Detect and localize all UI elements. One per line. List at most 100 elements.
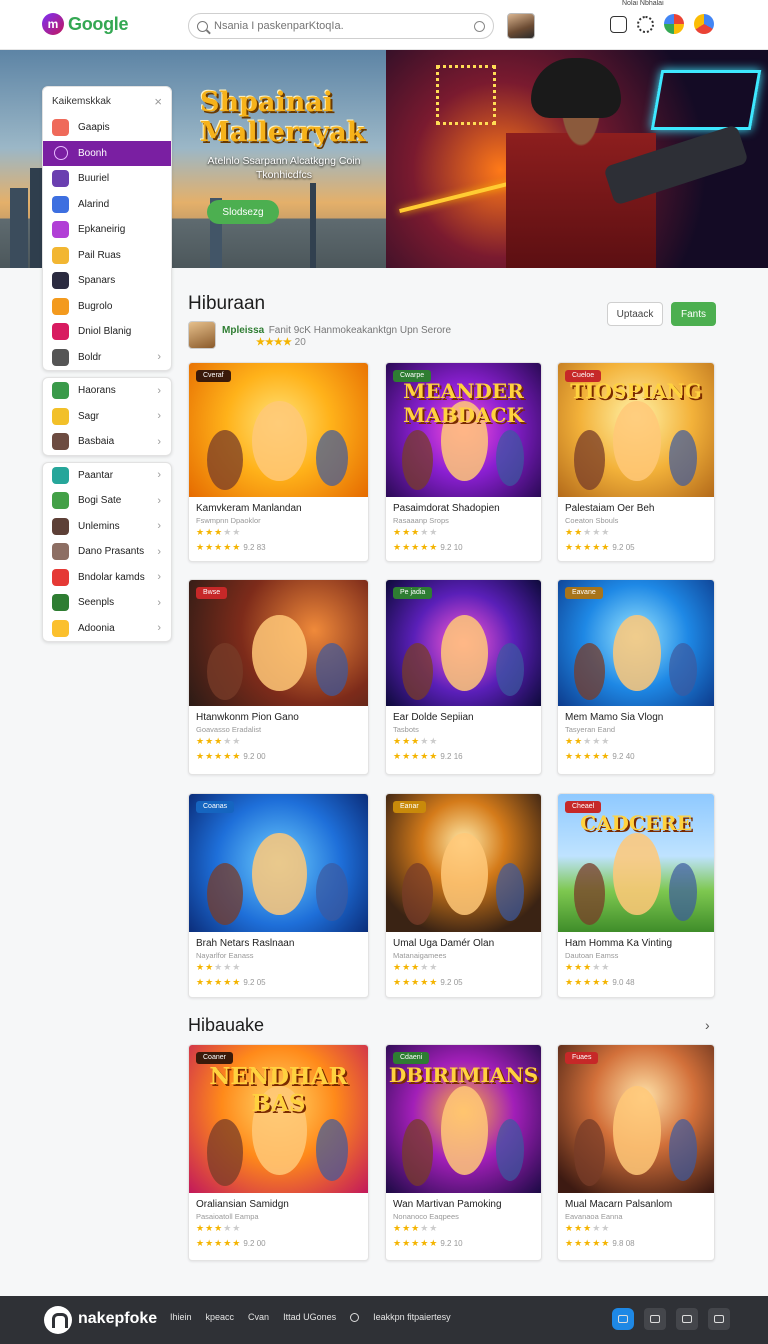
rating-value: 9.2 05 [612,543,635,552]
chevron-right-icon: › [157,351,161,364]
sidebar-item[interactable]: Gaapis [43,115,171,141]
sidebar-item[interactable]: Buuriel [43,166,171,192]
mini-rating: ★★★★★ [196,962,242,972]
sidebar-item[interactable]: Pail Ruas [43,243,171,269]
app-title: Mem Mamo Sia Vlogn [565,712,664,723]
sidebar-item[interactable]: Paantar › [43,463,171,489]
app-card-meta: Palestaiam Oer Beh Coeaton Sbouls ★★★★★ ★★★… [558,497,714,559]
app-card[interactable]: Eanar Umal Uga Damér Olan Matanaigamees ★★★… [385,793,542,998]
sidebar-item[interactable]: Spanars [43,268,171,294]
top-icons [610,14,714,34]
sidebar-item[interactable]: Unlemins › [43,514,171,540]
app-title: Oraliansian Samidgn [196,1199,289,1210]
app-card[interactable]: Coaner NENDHAR BAS Oraliansian Samidgn Pasa… [188,1044,369,1261]
app-card-meta: Pasaimdorat Shadopien Rasaaanp Srops ★★★★★… [386,497,541,559]
category-icon [52,543,69,561]
app-developer: Fswmpnn Dpaoklor [196,516,261,525]
developer-name[interactable]: Mpleissa [222,325,264,336]
settings-icon[interactable] [637,16,654,33]
app-developer: Dautoan Eamss [565,951,619,960]
app-card-meta: Umal Uga Damér Olan Matanaigamees ★★★★★ ★★★… [386,932,541,994]
sidebar-item[interactable]: Dano Prasants › [43,539,171,565]
app-card[interactable]: Bwse Htanwkonm Pion Gano Goavasso Eradalis… [188,579,369,775]
app-card-artwork: Cheael CADCERE [558,794,714,932]
app-card[interactable]: Cveraf Kamvkeram Manlandan Fswmpnn Dpaoklo… [188,362,369,562]
taskbar-links: Ihiein kpeacc Cvan Ittad UGones Ieakkpn … [170,1312,451,1322]
app-developer: Coeaton Sbouls [565,516,619,525]
sidebar-item[interactable]: Haorans › [43,378,171,404]
app-card[interactable]: Pe jadia Ear Dolde Sepiian Tasbots ★★★★★ ★★★… [385,579,542,775]
display-icon[interactable] [708,1308,730,1330]
chat-icon[interactable] [612,1308,634,1330]
profile-icon[interactable] [694,14,714,34]
app-card[interactable]: Fuaes Mual Macarn Palsanlom Eavanaoa Eanna… [557,1044,715,1261]
taskbar-link[interactable]: Ihiein [170,1312,192,1322]
sidebar-item[interactable]: Alarind [43,192,171,218]
sidebar-item[interactable]: Boldr › [43,345,171,371]
search-bar[interactable] [188,13,494,39]
card-art-title: CADCERE [580,810,692,835]
sidebar-item-label: Boldr [78,351,102,363]
brand[interactable]: m Google [42,13,129,35]
category-icon [52,466,69,484]
category-drawer: Kaikemskkak × Gaapis Boonh Buuriel Alarind E… [42,86,172,648]
voice-search-icon[interactable] [474,20,485,32]
app-card[interactable]: Cwarpe MEANDER MABDACK Pasaimdorat Shadopi… [385,362,542,562]
drawer-panel-3: Paantar › Bogi Sate › Unlemins › Dano Prasants… [42,461,172,642]
hero-cta-button[interactable]: Slodsezg [207,200,279,224]
sidebar-item[interactable]: Adoonia › [43,616,171,642]
card-badge: Cveraf [196,370,231,382]
mini-rating: ★★★★★ [393,962,439,972]
sidebar-item[interactable]: Bugrolo [43,294,171,320]
sidebar-item[interactable]: Basbaia › [43,429,171,455]
mini-rating: ★★★★★ [565,527,611,537]
app-title: Palestaiam Oer Beh [565,503,655,514]
top-bar: Nolai Nbhalai m Google [0,0,768,50]
sidebar-item[interactable]: Sagr › [43,404,171,430]
app-card[interactable]: Cueloe TIOSPIANG Palestaiam Oer Beh Coeaton… [557,362,715,562]
sidebar-item-label: Adoonia [78,622,115,634]
app-card[interactable]: Cdaeni DBIRIMIANS Wan Martivan Pamoking Non… [385,1044,542,1261]
maps-icon[interactable] [664,14,684,34]
app-developer: Rasaaanp Srops [393,516,449,525]
category-icon [52,323,69,341]
sidebar-item-label: Epkaneirig [78,224,126,236]
sidebar-item-label: Basbaia [78,436,115,448]
taskbar-logo-icon[interactable] [44,1306,72,1334]
chevron-right-icon[interactable]: › [705,1017,710,1033]
sidebar-item[interactable]: Bogi Sate › [43,488,171,514]
app-card[interactable]: Coanas Brah Netars Raslnaan Nayarlfor Eana… [188,793,369,998]
app-card-meta: Oraliansian Samidgn Pasaioatoll Eampa ★★★★… [189,1193,368,1255]
sidebar-item[interactable]: Seenpls › [43,590,171,616]
window-icon[interactable] [610,16,627,33]
sidebar-item[interactable]: Boonh [43,140,171,166]
sidebar-item[interactable]: Dniol Blanig [43,319,171,345]
search-icon[interactable] [350,1312,360,1322]
taskbar-link[interactable]: Ittad UGones [283,1312,336,1322]
developer-text: Fanit 9cK Hanmokeakanktgn Upn Serore [268,325,452,336]
taskbar-app-name: nakepfoke [78,1310,158,1327]
sidebar-item[interactable]: Bndolar kamds › [43,565,171,591]
taskbar-link[interactable]: kpeacc [206,1312,235,1322]
app-rating: ★★★★★ 9.8 08 [565,1238,635,1248]
brand-name: Google [68,13,129,34]
category-icon [52,517,69,535]
taskbar-link[interactable]: Cvan [248,1312,269,1322]
category-icon [52,246,69,264]
primary-button[interactable]: Fants [671,302,716,326]
app-card[interactable]: Cheael CADCERE Ham Homma Ka Vinting Dautoan… [557,793,715,998]
category-icon [52,195,69,213]
chevron-right-icon: › [157,596,161,609]
close-icon[interactable]: × [154,94,162,109]
user-avatar[interactable] [507,13,535,39]
app-card-artwork: Cdaeni DBIRIMIANS [386,1045,541,1193]
window-icon[interactable] [644,1308,666,1330]
secondary-button[interactable]: Uptaack [607,302,663,326]
app-card[interactable]: Eavane Mem Mamo Sia Vlogn Tasyeran Eand ★★★… [557,579,715,775]
tablet-icon[interactable] [676,1308,698,1330]
search-input[interactable] [214,20,468,32]
app-rating: ★★★★★ 9.2 16 [393,751,463,761]
card-badge: Bwse [196,587,228,599]
taskbar-search-text[interactable]: Ieakkpn fitpaiertesy [373,1312,451,1322]
sidebar-item[interactable]: Epkaneirig [43,217,171,243]
